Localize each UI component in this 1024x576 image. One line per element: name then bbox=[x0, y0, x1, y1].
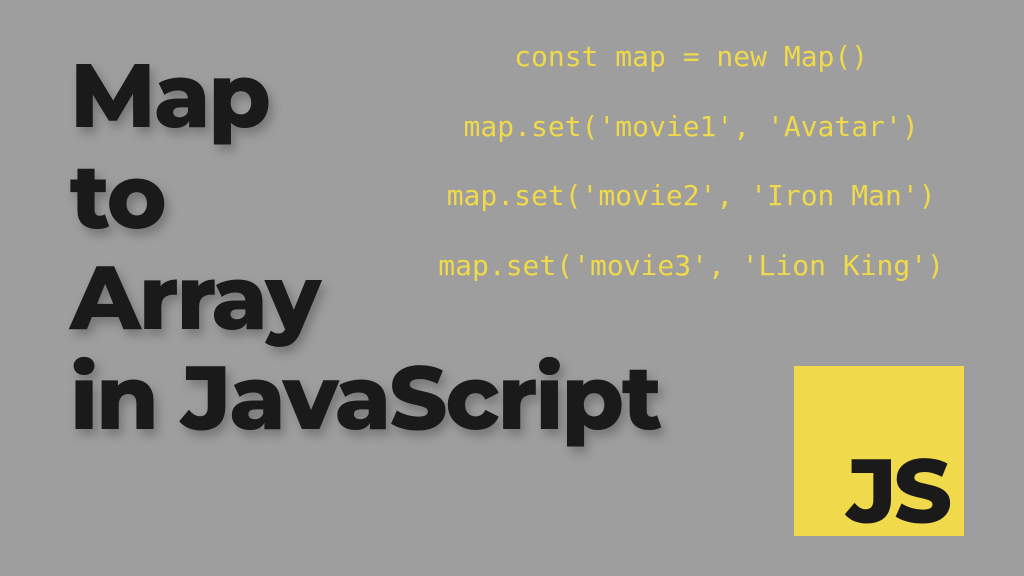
js-logo-text: JS bbox=[847, 454, 949, 528]
code-line-1: const map = new Map() bbox=[438, 40, 944, 74]
javascript-logo: JS bbox=[794, 366, 964, 536]
code-line-4: map.set('movie3', 'Lion King') bbox=[438, 249, 944, 283]
title-line-4: in JavaScript bbox=[70, 347, 660, 448]
code-snippet: const map = new Map() map.set('movie1', … bbox=[438, 40, 944, 318]
code-line-2: map.set('movie1', 'Avatar') bbox=[438, 110, 944, 144]
code-line-3: map.set('movie2', 'Iron Man') bbox=[438, 179, 944, 213]
